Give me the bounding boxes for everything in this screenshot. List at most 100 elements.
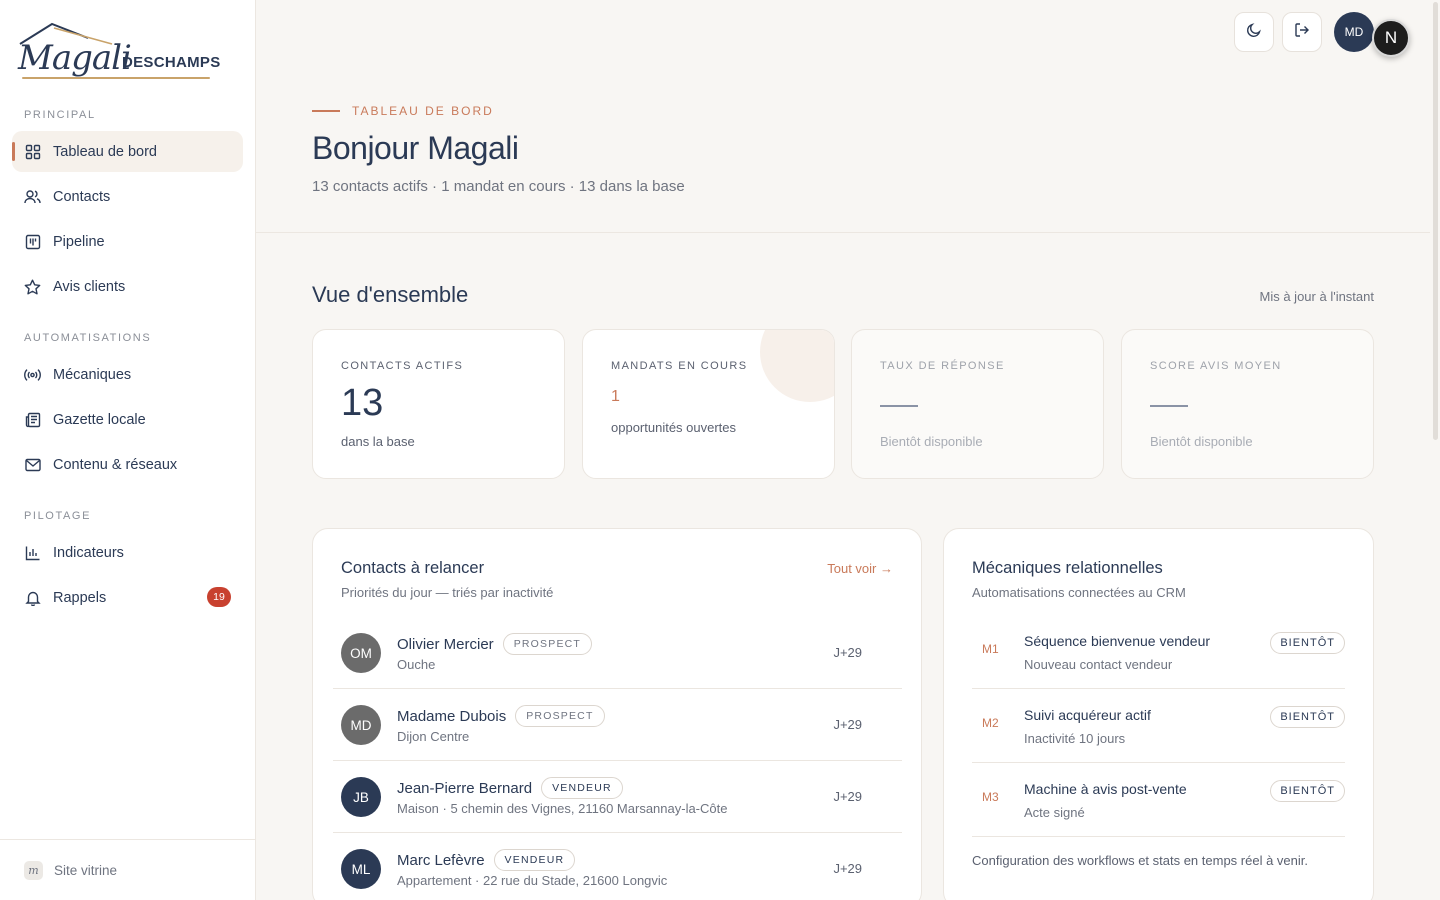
- sidebar-item-content[interactable]: Contenu & réseaux: [12, 444, 243, 485]
- broadcast-icon: [24, 366, 41, 383]
- contact-delay: J+29: [833, 717, 862, 732]
- contact-delay: J+29: [833, 861, 862, 876]
- contact-delay: J+29: [833, 645, 862, 660]
- sidebar-item-label: Avis clients: [53, 278, 126, 295]
- overview-title: Vue d'ensemble: [312, 282, 469, 307]
- contact-row[interactable]: OM Olivier Mercier PROSPECT Ouche J+29: [333, 617, 902, 689]
- sidebar-item-label: Tableau de bord: [53, 143, 157, 160]
- contact-name: Marc Lefèvre: [397, 851, 485, 869]
- contact-name: Madame Dubois: [397, 707, 507, 725]
- mechanic-row[interactable]: M3 Machine à avis post-vente Acte signé …: [972, 763, 1345, 837]
- contact-meta: Dijon Centre: [397, 729, 470, 744]
- status-badge: BIENTÔT: [1270, 632, 1345, 654]
- sidebar-item-label: Contacts: [53, 188, 111, 205]
- sidebar-item-indicators[interactable]: Indicateurs: [12, 532, 243, 573]
- section-label-pilotage: PILOTAGE: [24, 510, 91, 522]
- sidebar-item-dashboard[interactable]: Tableau de bord: [12, 131, 243, 172]
- section-label-automatisations: AUTOMATISATIONS: [24, 332, 152, 344]
- stat-desc: dans la base: [341, 434, 415, 449]
- sidebar: Magali DESCHAMPS PRINCIPAL Tableau de bo…: [0, 0, 256, 900]
- page-subtitle: 13 contacts actifs · 1 mandat en cours ·…: [312, 178, 685, 195]
- stat-card-active-contacts[interactable]: CONTACTS ACTIFS 13 dans la base: [312, 329, 565, 479]
- mechanic-code: M2: [982, 716, 999, 730]
- sidebar-item-label: Indicateurs: [53, 544, 124, 561]
- stat-placeholder-dash: [1150, 405, 1188, 407]
- floating-assistant-avatar[interactable]: N: [1372, 19, 1410, 57]
- status-badge: BIENTÔT: [1270, 780, 1345, 802]
- stat-card-review-score: SCORE AVIS MOYEN Bientôt disponible: [1121, 329, 1374, 479]
- updated-status: Mis à jour à l'instant: [1259, 289, 1374, 304]
- section-label-principal: PRINCIPAL: [24, 109, 96, 121]
- stat-desc: Bientôt disponible: [1150, 434, 1253, 449]
- mechanic-code: M3: [982, 790, 999, 804]
- grid-icon: [24, 143, 41, 160]
- sidebar-item-label: Contenu & réseaux: [53, 456, 178, 473]
- contact-meta: Appartement · 22 rue du Stade, 21600 Lon…: [397, 873, 668, 888]
- newspaper-icon: [24, 411, 41, 428]
- contact-name-line: Olivier Mercier PROSPECT: [397, 633, 593, 655]
- page-eyebrow: TABLEAU DE BORD: [312, 104, 494, 118]
- stat-value: 13: [341, 382, 384, 424]
- panel-subtitle: Automatisations connectées au CRM: [972, 585, 1186, 600]
- contact-delay: J+29: [833, 789, 862, 804]
- site-vitrine-link[interactable]: m Site vitrine: [0, 839, 255, 900]
- page-scrollbar[interactable]: [1433, 2, 1438, 440]
- contact-name: Jean-Pierre Bernard: [397, 779, 533, 797]
- mechanic-row[interactable]: M2 Suivi acquéreur actif Inactivité 10 j…: [972, 689, 1345, 763]
- contact-row[interactable]: JB Jean-Pierre Bernard VENDEUR Maison · …: [333, 761, 902, 833]
- status-badge: BIENTÔT: [1270, 706, 1345, 728]
- users-icon: [24, 188, 41, 205]
- contact-avatar: MD: [341, 705, 381, 745]
- dark-mode-toggle[interactable]: [1234, 12, 1274, 52]
- panel-title: Contacts à relancer: [341, 559, 485, 577]
- logout-button[interactable]: [1282, 12, 1322, 52]
- sidebar-item-contacts[interactable]: Contacts: [12, 176, 243, 217]
- brand-underline: [22, 77, 210, 79]
- stat-placeholder-dash: [880, 405, 918, 407]
- user-avatar[interactable]: MD: [1334, 12, 1374, 52]
- star-icon: [24, 278, 41, 295]
- decorative-circle: [760, 330, 834, 402]
- stat-label: CONTACTS ACTIFS: [341, 360, 464, 372]
- stat-label: TAUX DE RÉPONSE: [880, 360, 1005, 372]
- contact-row[interactable]: ML Marc Lefèvre VENDEUR Appartement · 22…: [333, 833, 902, 900]
- stat-desc: Bientôt disponible: [880, 434, 983, 449]
- stat-card-mandates[interactable]: MANDATS EN COURS 1 opportunités ouvertes: [582, 329, 835, 479]
- site-logo-icon: m: [24, 860, 43, 880]
- contact-avatar: ML: [341, 849, 381, 889]
- mechanic-name: Machine à avis post-vente: [1024, 781, 1187, 797]
- sidebar-item-reviews[interactable]: Avis clients: [12, 266, 243, 307]
- contact-name: Olivier Mercier: [397, 635, 494, 653]
- brand-script: Magali: [18, 38, 132, 78]
- sidebar-item-gazette[interactable]: Gazette locale: [12, 399, 243, 440]
- contact-tag: PROSPECT: [515, 705, 605, 727]
- sidebar-item-reminders[interactable]: Rappels 19: [12, 577, 243, 618]
- contact-row[interactable]: MD Madame Dubois PROSPECT Dijon Centre J…: [333, 689, 902, 761]
- contact-meta: Ouche: [397, 657, 436, 672]
- mechanic-name: Séquence bienvenue vendeur: [1024, 633, 1211, 649]
- bar-chart-icon: [24, 544, 41, 561]
- reminders-count-badge: 19: [207, 587, 231, 607]
- contact-meta: Maison · 5 chemin des Vignes, 21160 Mars…: [397, 801, 728, 816]
- sidebar-item-label: Pipeline: [53, 233, 105, 250]
- see-all-link[interactable]: Tout voir →: [827, 561, 893, 576]
- eyebrow-text: TABLEAU DE BORD: [352, 104, 494, 118]
- contacts-to-follow-panel: Contacts à relancer Priorités du jour — …: [312, 528, 922, 900]
- stat-value: 1: [611, 388, 620, 405]
- mechanic-name: Suivi acquéreur actif: [1024, 707, 1151, 723]
- stat-card-response-rate: TAUX DE RÉPONSE Bientôt disponible: [851, 329, 1104, 479]
- mechanic-trigger: Inactivité 10 jours: [1024, 731, 1126, 746]
- sidebar-item-label: Gazette locale: [53, 411, 146, 428]
- sidebar-item-pipeline[interactable]: Pipeline: [12, 221, 243, 262]
- stat-label: SCORE AVIS MOYEN: [1150, 360, 1282, 372]
- contact-name-line: Jean-Pierre Bernard VENDEUR: [397, 777, 623, 799]
- brand-logo[interactable]: Magali DESCHAMPS: [14, 20, 220, 82]
- contact-avatar: JB: [341, 777, 381, 817]
- contact-avatar: OM: [341, 633, 381, 673]
- sidebar-item-mechanics[interactable]: Mécaniques: [12, 354, 243, 395]
- mail-icon: [24, 456, 41, 473]
- mechanic-trigger: Acte signé: [1024, 805, 1085, 820]
- mechanic-row[interactable]: M1 Séquence bienvenue vendeur Nouveau co…: [972, 615, 1345, 689]
- page-title: Bonjour Magali: [312, 130, 519, 166]
- contact-name-line: Marc Lefèvre VENDEUR: [397, 849, 576, 871]
